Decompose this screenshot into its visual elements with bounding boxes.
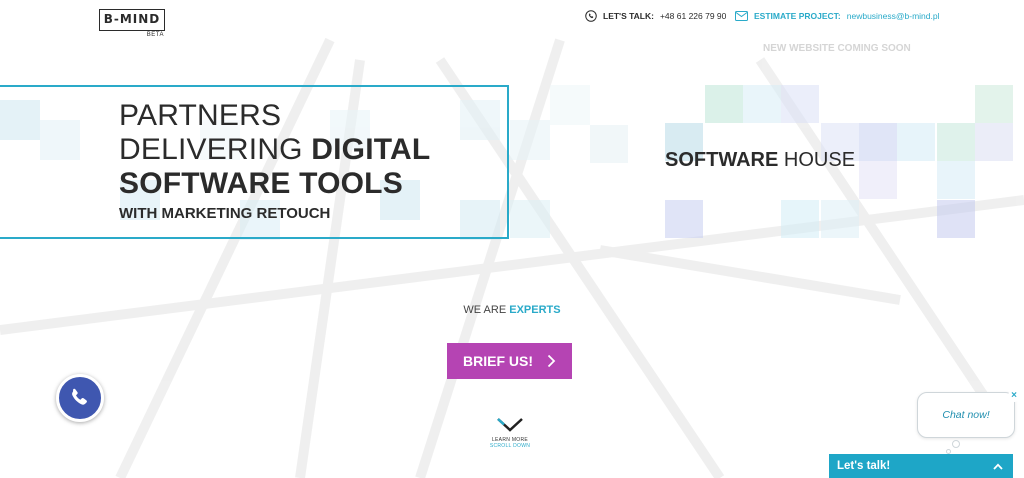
hero-subline: WITH MARKETING RETOUCH [119,205,331,222]
logo-beta-label: BETA [146,32,164,38]
phone-value[interactable]: +48 61 226 79 90 [660,11,726,21]
hero-line-2-bold: DIGITAL [311,133,431,166]
chat-bubble-tail [952,440,960,448]
phone-icon [72,388,87,405]
chat-now-label: Chat now! [942,409,990,421]
mail-icon [735,11,748,21]
hero-headline: PARTNERS DELIVERING DIGITAL SOFTWARE TOO… [119,99,430,222]
background-graphic [0,37,1024,478]
email-label: ESTIMATE PROJECT: [754,11,841,21]
hero-line-2: DELIVERING DIGITAL [119,133,430,167]
brief-us-button[interactable]: BRIEF US! [447,343,572,379]
logo[interactable]: B-MIND BETA [99,9,165,39]
email-contact[interactable]: ESTIMATE PROJECT: newbusiness@b-mind.pl [735,9,939,23]
lets-talk-chat-bar[interactable]: Let's talk! [829,454,1013,478]
call-button[interactable] [56,374,104,422]
hero-line-2-light: DELIVERING [119,133,303,166]
software-house-heading: SOFTWARE HOUSE [665,149,855,172]
chevron-down-icon [497,418,523,432]
chevron-right-icon [547,354,556,368]
phone-contact[interactable]: LET'S TALK: +48 61 226 79 90 [585,9,726,23]
lets-talk-label: Let's talk! [837,460,891,472]
logo-text: B-MIND [99,9,165,31]
experts-tagline: WE ARE EXPERTS [0,304,1024,316]
phone-icon [585,10,597,22]
house-light: HOUSE [783,149,856,171]
scroll-down-link[interactable]: LEARN MORE SCROLL DOWN [474,417,546,449]
chevron-up-icon[interactable] [993,462,1003,470]
close-icon[interactable]: × [1008,390,1020,402]
hero-line-3: SOFTWARE TOOLS [119,167,403,200]
phone-label: LET'S TALK: [603,11,654,21]
experts-accent: EXPERTS [509,304,561,316]
software-bold: SOFTWARE [665,149,779,171]
coming-soon-notice: NEW WEBSITE COMING SOON [763,43,911,54]
hero-line-1: PARTNERS [119,99,282,132]
brief-us-label: BRIEF US! [463,353,533,369]
scroll-down-label: SCROLL DOWN [489,443,531,449]
email-value[interactable]: newbusiness@b-mind.pl [847,11,940,21]
experts-prefix: WE ARE [463,304,507,316]
chat-now-bubble[interactable]: Chat now! [917,392,1015,438]
